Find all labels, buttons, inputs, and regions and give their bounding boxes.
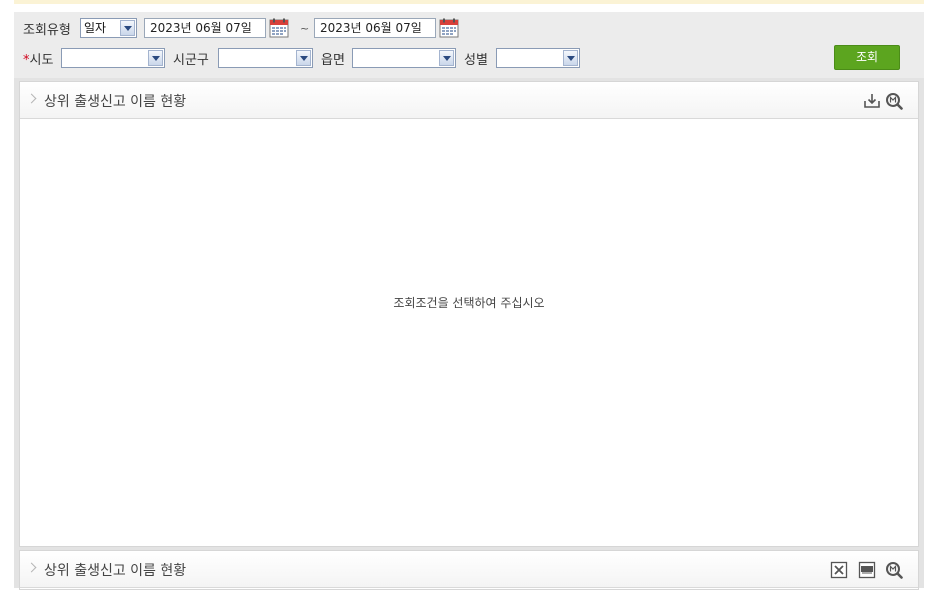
chevron-down-icon — [120, 20, 135, 36]
zoom-icon[interactable] — [885, 561, 903, 579]
panel-header: 상위 출생신고 이름 현황 — [20, 82, 918, 119]
download-icon[interactable] — [863, 92, 881, 110]
calendar-icon[interactable] — [269, 18, 289, 38]
query-type-label: 조회유형 — [23, 23, 71, 38]
chevron-down-icon — [148, 50, 163, 66]
chevron-down-icon — [563, 50, 578, 66]
chevron-down-icon — [439, 50, 454, 66]
gender-label: 성별 — [464, 53, 488, 68]
eupmyeon-select[interactable] — [352, 48, 456, 68]
empty-state-message: 조회조건을 선택하여 주십시오 — [393, 296, 545, 310]
query-type-select[interactable]: 일자 — [80, 18, 137, 38]
excel-icon[interactable] — [830, 561, 848, 579]
name-stats-panel-2: 상위 출생신고 이름 현황 — [14, 548, 924, 590]
panel-body: 상위 출생신고 이름 현황 조회조건을 선택하여 주십시오 — [19, 81, 919, 547]
panel-body: 상위 출생신고 이름 현황 — [19, 550, 919, 590]
filter-bar: 조회유형 일자 2023년 06월 07일 ~ 2023년 06월 07일 *시… — [14, 12, 924, 78]
sigungu-label: 시군구 — [173, 53, 209, 68]
top-notice-strip — [14, 0, 924, 4]
sido-select[interactable] — [61, 48, 165, 68]
chevron-down-icon — [296, 50, 311, 66]
date-from-input[interactable]: 2023년 06월 07일 — [144, 18, 266, 38]
date-range-separator: ~ — [300, 22, 310, 35]
name-stats-panel: 상위 출생신고 이름 현황 조회조건을 선택하여 주십시오 — [14, 78, 924, 548]
eupmyeon-label: 읍면 — [321, 53, 345, 68]
sigungu-select[interactable] — [218, 48, 313, 68]
calendar-icon[interactable] — [439, 18, 459, 38]
search-button[interactable]: 조회 — [834, 45, 900, 70]
sido-label: *시도 — [23, 53, 54, 68]
zoom-icon[interactable] — [885, 92, 903, 110]
query-type-value: 일자 — [84, 21, 107, 35]
panel-header: 상위 출생신고 이름 현황 — [20, 551, 918, 588]
chevron-right-icon — [26, 93, 37, 104]
date-to-input[interactable]: 2023년 06월 07일 — [314, 18, 436, 38]
panel-title: 상위 출생신고 이름 현황 — [44, 94, 187, 110]
panel-title: 상위 출생신고 이름 현황 — [44, 563, 187, 579]
gender-select[interactable] — [496, 48, 580, 68]
pdf-icon[interactable] — [858, 561, 876, 579]
